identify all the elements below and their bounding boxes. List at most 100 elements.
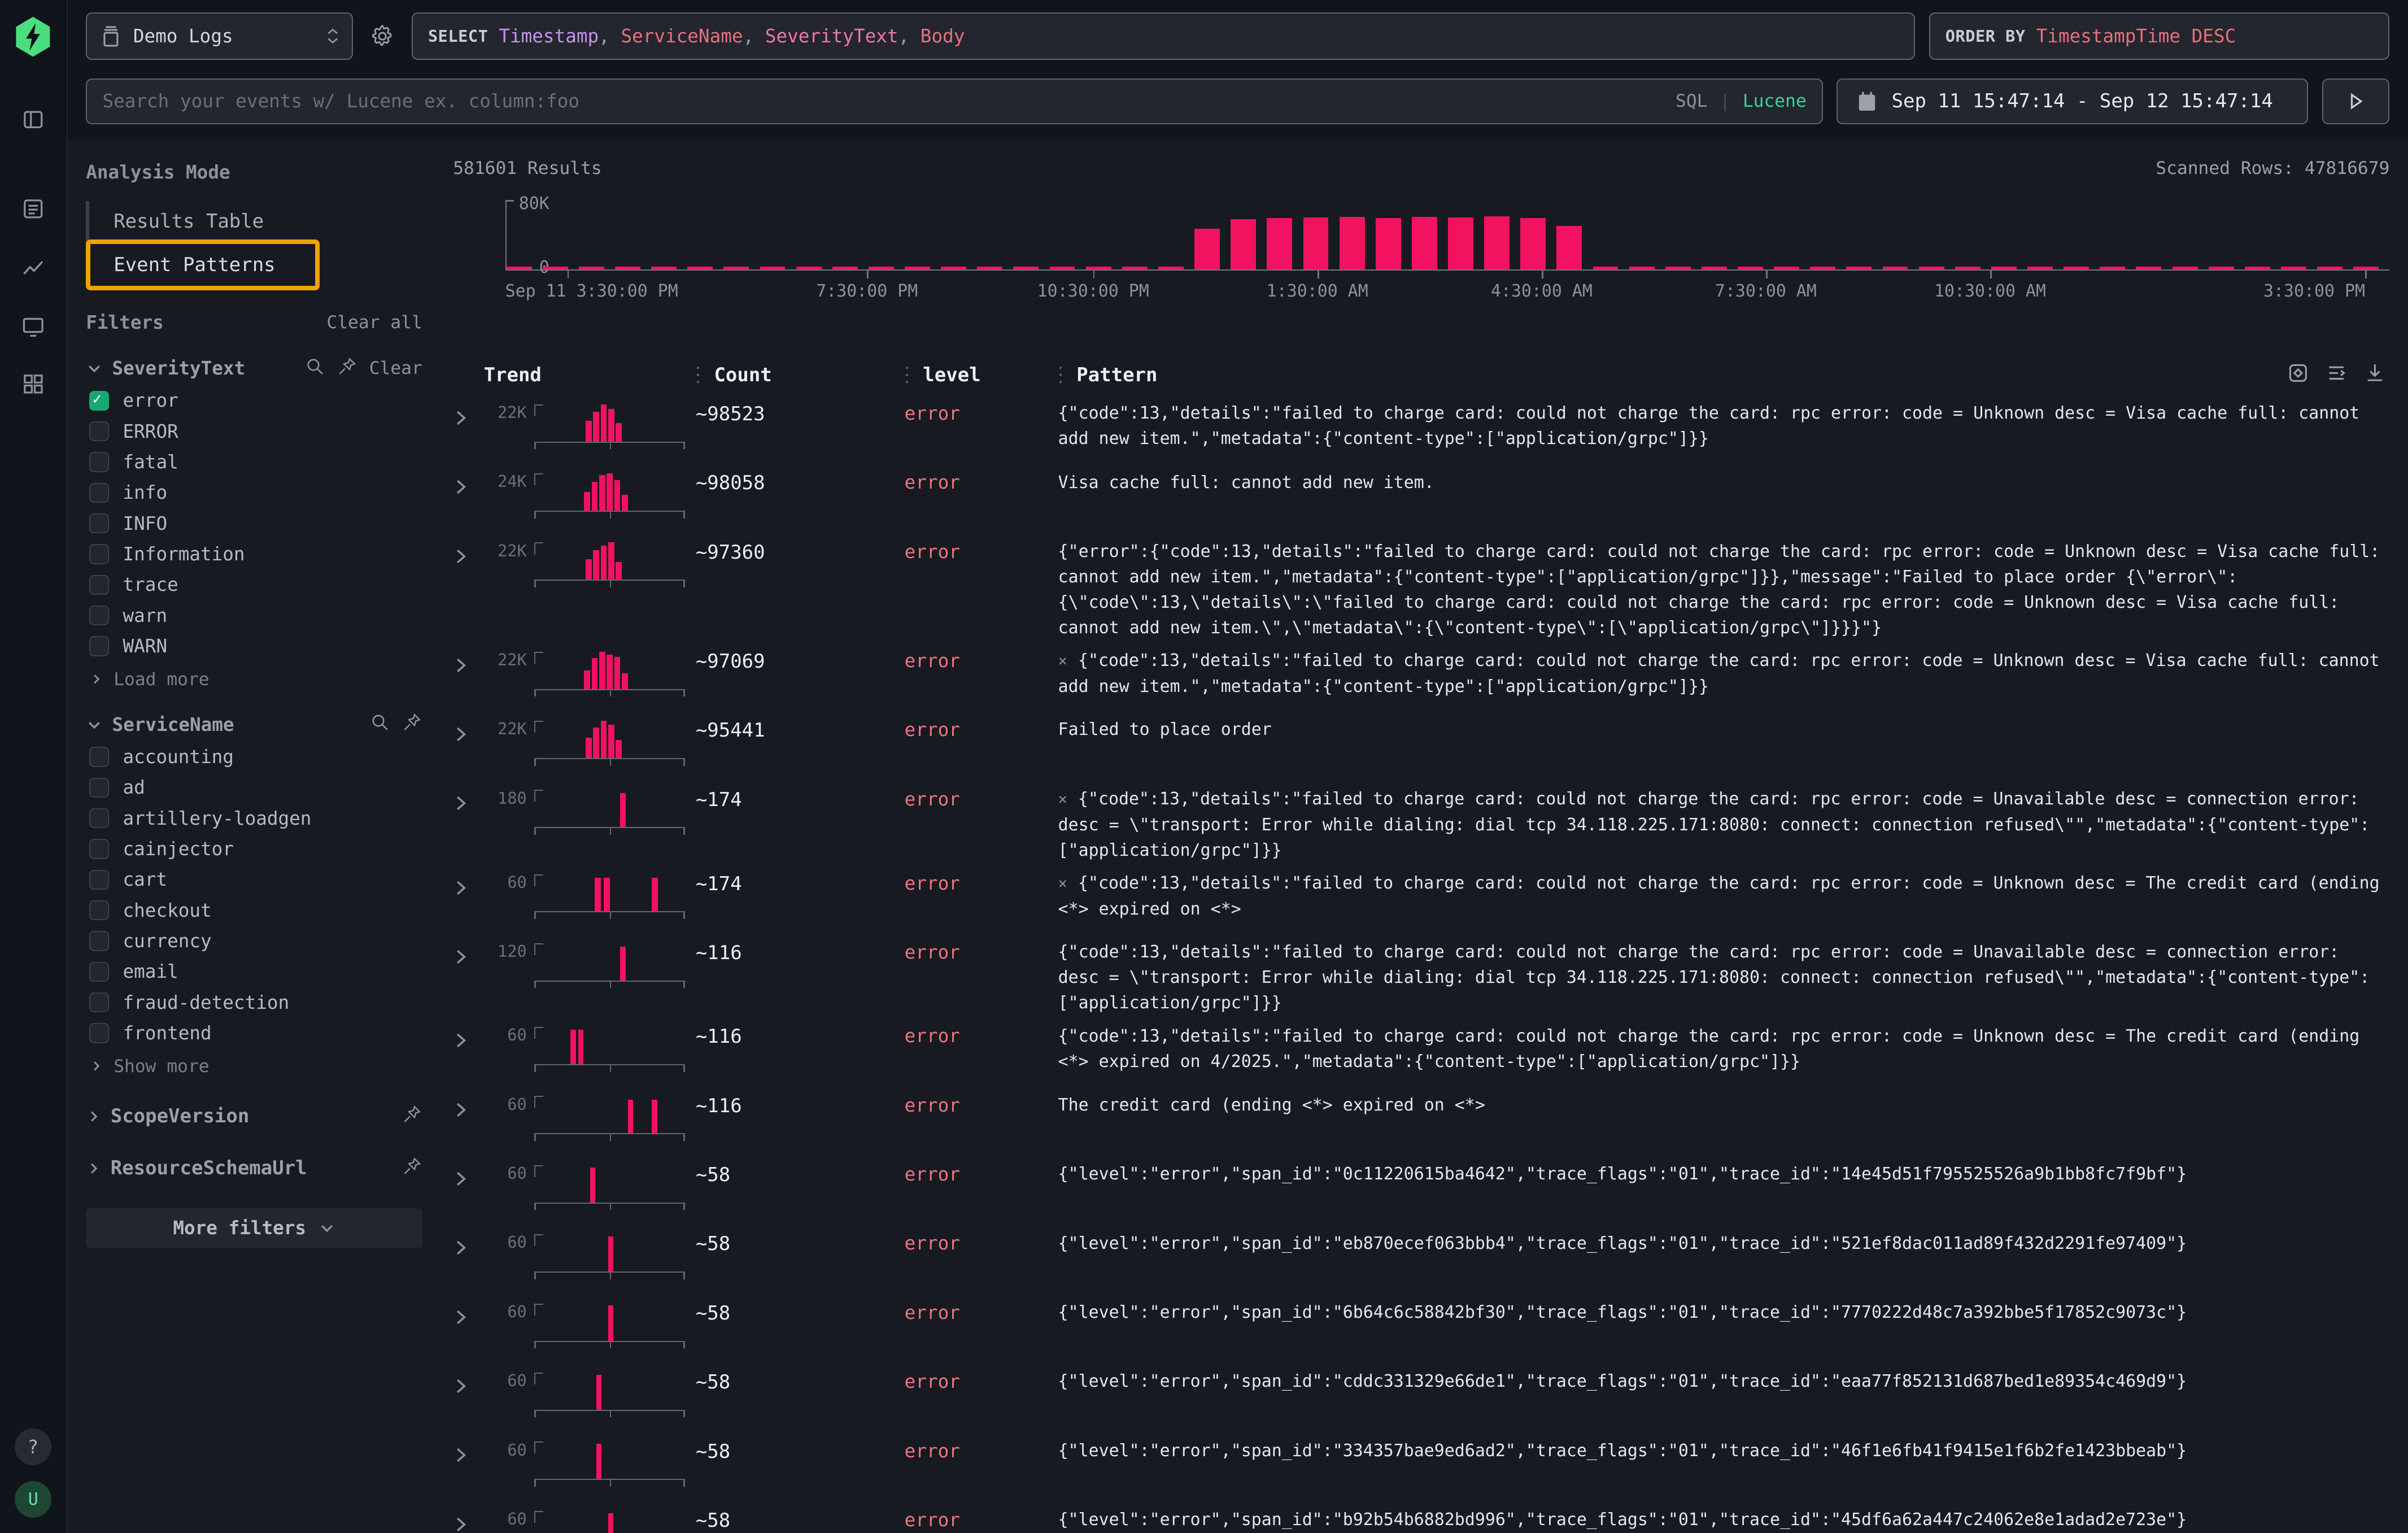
pattern-row[interactable]: 22K~97360error{"error":{"code":13,"detai… [453, 532, 2389, 641]
expand-chevron-icon[interactable] [453, 1297, 483, 1332]
drag-handle-icon[interactable] [1058, 364, 1063, 386]
checkbox[interactable] [89, 900, 109, 920]
help-button[interactable]: ? [15, 1429, 51, 1465]
expand-chevron-icon[interactable] [453, 1228, 483, 1262]
search-input[interactable] [102, 90, 1676, 112]
service-option-artillery-loadgen[interactable]: artillery-loadgen [86, 808, 422, 829]
chevron-down-icon[interactable] [86, 716, 103, 733]
lucene-toggle[interactable]: Lucene [1743, 91, 1807, 111]
checkbox[interactable] [89, 870, 109, 890]
pattern-row[interactable]: 60~174error×{"code":13,"details":"failed… [453, 863, 2389, 932]
severity-clear-button[interactable]: Clear [369, 358, 422, 378]
severity-load-more[interactable]: Load more [86, 669, 422, 690]
service-option-cainjector[interactable]: cainjector [86, 838, 422, 860]
pattern-row[interactable]: 180~174error×{"code":13,"details":"faile… [453, 779, 2389, 863]
pattern-row[interactable]: 60~58error{"level":"error","span_id":"cd… [453, 1362, 2389, 1431]
checkbox[interactable] [89, 575, 109, 595]
checkbox[interactable] [89, 778, 109, 798]
service-option-email[interactable]: email [86, 961, 422, 982]
select-query-input[interactable]: SELECT Timestamp, ServiceName, SeverityT… [412, 12, 1915, 60]
service-option-fraud-detection[interactable]: fraud-detection [86, 992, 422, 1013]
mode-results-table[interactable]: Results Table [86, 201, 422, 244]
checkbox[interactable] [89, 513, 109, 533]
expand-chevron-icon[interactable] [453, 783, 483, 818]
pin-icon[interactable] [337, 356, 357, 381]
expand-chevron-icon[interactable] [453, 1159, 483, 1194]
service-option-currency[interactable]: currency [86, 930, 422, 952]
chart-icon[interactable] [12, 246, 55, 289]
expand-chevron-icon[interactable] [453, 467, 483, 502]
panels-icon[interactable] [12, 98, 55, 141]
checkbox[interactable] [89, 544, 109, 564]
pattern-row[interactable]: 60~58error{"level":"error","span_id":"eb… [453, 1223, 2389, 1292]
pin-icon[interactable] [402, 1104, 422, 1129]
checkbox[interactable] [89, 839, 109, 859]
checkbox[interactable] [89, 483, 109, 503]
service-option-accounting[interactable]: accounting [86, 746, 422, 768]
date-range-picker[interactable]: Sep 11 15:47:14 - Sep 12 15:47:14 [1836, 79, 2308, 125]
pin-icon[interactable] [402, 712, 422, 737]
pattern-row[interactable]: 22K~97069error×{"code":13,"details":"fai… [453, 641, 2389, 710]
monitor-icon[interactable] [12, 304, 55, 347]
expand-chevron-icon[interactable] [453, 1366, 483, 1401]
expand-chevron-icon[interactable] [453, 1505, 483, 1533]
run-query-button[interactable] [2322, 79, 2390, 125]
expand-chevron-icon[interactable] [453, 1090, 483, 1125]
severity-option-WARN[interactable]: WARN [86, 635, 422, 657]
column-header-level[interactable]: level [905, 364, 1058, 386]
service-section-title[interactable]: ServiceName [112, 714, 234, 735]
clear-all-button[interactable]: Clear all [326, 312, 422, 333]
resource-schema-url-section[interactable]: ResourceSchemaUrl [86, 1156, 422, 1181]
pattern-row[interactable]: 120~116error{"code":13,"details":"failed… [453, 933, 2389, 1016]
expand-chevron-icon[interactable] [453, 868, 483, 903]
severity-option-warn[interactable]: warn [86, 605, 422, 626]
column-header-trend[interactable]: Trend [484, 364, 696, 386]
hyperdx-logo-icon[interactable] [13, 15, 53, 58]
service-option-checkout[interactable]: checkout [86, 900, 422, 921]
severity-option-trace[interactable]: trace [86, 574, 422, 595]
pattern-row[interactable]: 60~58error{"level":"error","span_id":"6b… [453, 1292, 2389, 1361]
checkbox[interactable] [89, 452, 109, 472]
expand-chevron-icon[interactable] [453, 398, 483, 433]
expand-chevron-icon[interactable] [453, 537, 483, 571]
pattern-row[interactable]: 60~58error{"level":"error","span_id":"0c… [453, 1155, 2389, 1223]
wrap-text-icon[interactable] [2325, 362, 2348, 391]
pattern-row[interactable]: 60~58error{"level":"error","span_id":"33… [453, 1431, 2389, 1500]
column-header-count[interactable]: Count [696, 364, 905, 386]
drag-handle-icon[interactable] [905, 364, 909, 386]
drag-handle-icon[interactable] [696, 364, 700, 386]
expand-chevron-icon[interactable] [453, 1021, 483, 1055]
checkbox[interactable] [89, 962, 109, 982]
checkbox[interactable] [89, 747, 109, 766]
download-icon[interactable] [2363, 362, 2387, 391]
severity-option-ERROR[interactable]: ERROR [86, 421, 422, 442]
search-icon[interactable] [370, 712, 390, 737]
results-histogram[interactable]: 80K 0 Sep 11 3:30:00 PM7:30:00 PM10:30:0… [453, 200, 2389, 304]
pattern-row[interactable]: 22K~95441errorFailed to place order [453, 710, 2389, 779]
checkbox[interactable] [89, 992, 109, 1012]
checkbox[interactable] [89, 606, 109, 625]
service-option-frontend[interactable]: frontend [86, 1022, 422, 1044]
checkbox[interactable] [89, 1023, 109, 1043]
severity-option-error[interactable]: error [86, 390, 422, 411]
user-avatar[interactable]: U [15, 1481, 51, 1518]
pin-icon[interactable] [402, 1156, 422, 1181]
severity-option-fatal[interactable]: fatal [86, 451, 422, 473]
expand-chevron-icon[interactable] [453, 646, 483, 680]
scope-version-section[interactable]: ScopeVersion [86, 1104, 422, 1129]
pattern-row[interactable]: 60~116error{"code":13,"details":"failed … [453, 1016, 2389, 1085]
mode-event-patterns[interactable]: Event Patterns [86, 244, 422, 287]
pattern-row[interactable]: 22K~98523error{"code":13,"details":"fail… [453, 394, 2389, 463]
severity-option-INFO[interactable]: INFO [86, 513, 422, 534]
search-icon[interactable] [305, 356, 325, 381]
sql-toggle[interactable]: SQL [1676, 91, 1707, 111]
checkbox-checked[interactable] [89, 391, 109, 411]
gear-icon[interactable] [367, 12, 398, 60]
expand-chevron-icon[interactable] [453, 1435, 483, 1470]
expand-chevron-icon[interactable] [453, 937, 483, 972]
expand-chevron-icon[interactable] [453, 715, 483, 749]
service-option-ad[interactable]: ad [86, 777, 422, 798]
checkbox[interactable] [89, 636, 109, 656]
checkbox[interactable] [89, 931, 109, 951]
checkbox[interactable] [89, 808, 109, 828]
